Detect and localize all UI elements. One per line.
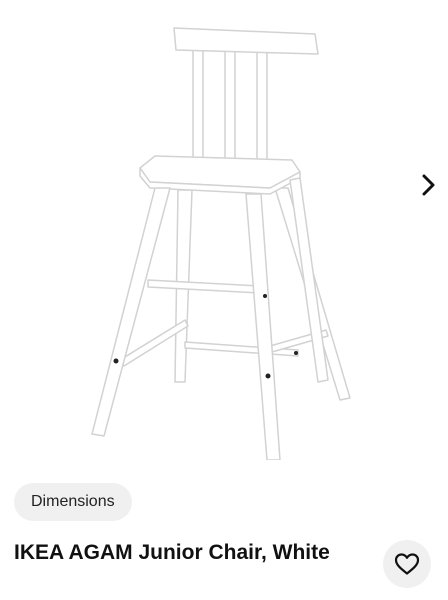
product-image-gallery[interactable]	[0, 0, 448, 470]
product-image	[91, 27, 351, 460]
chevron-right-icon	[422, 174, 435, 196]
product-title: IKEA AGAM Junior Chair, White	[14, 541, 330, 564]
dimensions-chip-label: Dimensions	[31, 493, 115, 510]
favorite-button[interactable]	[383, 540, 431, 588]
dimensions-chip[interactable]: Dimensions	[14, 483, 132, 521]
gallery-next-button[interactable]	[414, 170, 444, 200]
heart-outline-icon	[394, 553, 420, 575]
